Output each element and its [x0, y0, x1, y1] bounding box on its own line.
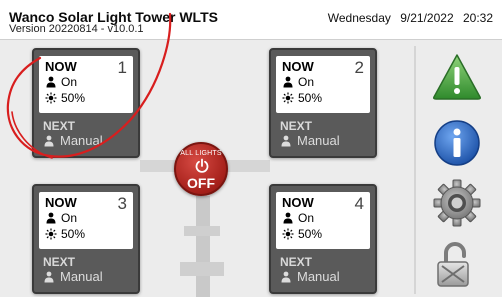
all-lights-off-button[interactable]: ALL LIGHTS OFF: [174, 142, 228, 196]
next-mode-text: Manual: [297, 133, 340, 148]
light-panel-1[interactable]: NOW 1 On 50% NEXT Manual: [32, 48, 140, 158]
vertical-divider: [414, 46, 416, 294]
light-panel-4[interactable]: NOW 4 On 50% NEXT Manual: [269, 184, 377, 294]
next-mode: Manual: [280, 270, 340, 283]
datetime: Wednesday 9/21/2022 20:32: [328, 12, 493, 24]
now-status: On: [282, 212, 314, 224]
header-bar: Wanco Solar Light Tower WLTS Version 202…: [0, 0, 502, 40]
status-text: On: [298, 211, 315, 225]
now-label: NOW: [282, 195, 314, 210]
brightness-text: 50%: [61, 91, 86, 105]
light-number: 1: [117, 58, 127, 77]
next-mode: Manual: [43, 270, 103, 283]
light-number: 4: [354, 194, 364, 213]
next-mode: Manual: [43, 134, 103, 147]
now-status: On: [45, 76, 77, 88]
person-icon: [283, 76, 293, 88]
sun-icon: [45, 92, 57, 104]
now-label: NOW: [45, 195, 77, 210]
person-icon: [283, 212, 293, 224]
next-label: NEXT: [43, 255, 76, 269]
power-icon: [195, 158, 209, 173]
next-mode-text: Manual: [297, 269, 340, 284]
sun-icon: [45, 228, 57, 240]
now-label: NOW: [282, 59, 314, 74]
settings-gear-icon[interactable]: [432, 178, 482, 228]
person-icon: [46, 76, 56, 88]
next-label: NEXT: [280, 119, 313, 133]
person-icon: [281, 135, 291, 146]
now-status: On: [45, 212, 77, 224]
sun-icon: [282, 92, 294, 104]
sun-icon: [282, 228, 294, 240]
brightness-text: 50%: [298, 91, 323, 105]
day-label: Wednesday: [327, 11, 391, 25]
now-box: NOW 1 On 50%: [39, 56, 133, 113]
person-icon: [281, 271, 291, 282]
brightness-text: 50%: [61, 227, 86, 241]
unlocked-padlock-icon[interactable]: [432, 240, 482, 290]
next-label: NEXT: [280, 255, 313, 269]
person-icon: [44, 271, 54, 282]
brightness: 50%: [45, 92, 85, 104]
next-mode-text: Manual: [60, 133, 103, 148]
now-box: NOW 4 On 50%: [276, 192, 370, 249]
person-icon: [46, 212, 56, 224]
warning-icon[interactable]: [432, 52, 482, 102]
app-title: Wanco Solar Light Tower WLTS: [9, 9, 218, 25]
light-number: 3: [117, 194, 127, 213]
light-panel-2[interactable]: NOW 2 On 50% NEXT Manual: [269, 48, 377, 158]
next-mode: Manual: [280, 134, 340, 147]
next-mode-text: Manual: [60, 269, 103, 284]
status-text: On: [61, 75, 78, 89]
all-lights-state: OFF: [187, 175, 215, 191]
brightness: 50%: [282, 92, 322, 104]
info-icon[interactable]: [432, 118, 482, 168]
light-number: 2: [354, 58, 364, 77]
now-box: NOW 2 On 50%: [276, 56, 370, 113]
all-lights-label: ALL LIGHTS: [180, 150, 222, 157]
light-panel-3[interactable]: NOW 3 On 50% NEXT Manual: [32, 184, 140, 294]
brightness: 50%: [282, 228, 322, 240]
now-label: NOW: [45, 59, 77, 74]
next-label: NEXT: [43, 119, 76, 133]
now-box: NOW 3 On 50%: [39, 192, 133, 249]
app-version: Version 20220814 - v10.0.1: [9, 23, 144, 35]
date-label: 9/21/2022: [400, 11, 454, 25]
brightness-text: 50%: [298, 227, 323, 241]
brightness: 50%: [45, 228, 85, 240]
status-text: On: [61, 211, 78, 225]
person-icon: [44, 135, 54, 146]
time-label: 20:32: [462, 11, 493, 25]
now-status: On: [282, 76, 314, 88]
status-text: On: [298, 75, 315, 89]
